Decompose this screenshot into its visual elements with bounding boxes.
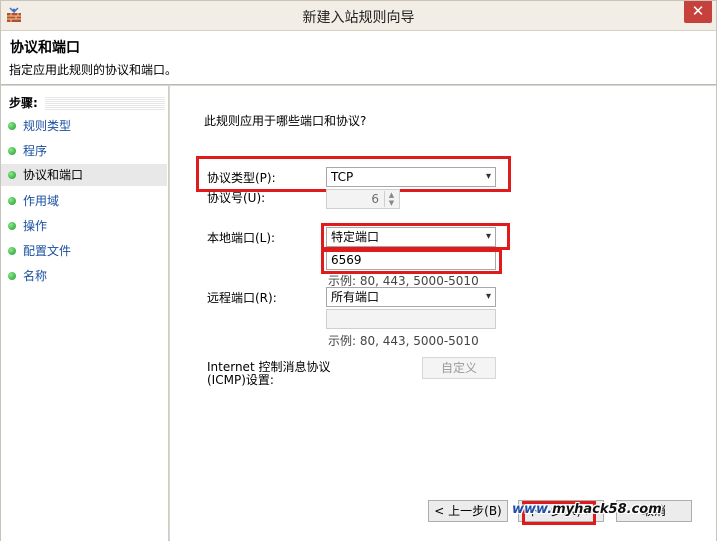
sidebar-item-label: 规则类型 (23, 119, 72, 133)
back-button[interactable]: < 上一步(B) (428, 500, 508, 522)
sidebar-item-label: 协议和端口 (23, 168, 84, 182)
close-icon: ✕ (691, 2, 705, 20)
step-bullet-icon (8, 122, 16, 130)
protocol-number-stepper[interactable]: 6 ▲ ▼ (326, 189, 400, 209)
watermark-logo: www.myhack58.com (512, 502, 662, 517)
local-port-mode: 特定端口 (331, 230, 380, 244)
sidebar-item-protocol-and-ports[interactable]: 协议和端口 (1, 164, 167, 186)
step-bullet-icon (8, 222, 16, 230)
watermark-prefix: www. (512, 502, 553, 517)
wizard-content: 此规则应用于哪些端口和协议? 协议类型(P): TCP ▾ 协议号(U): 6 … (170, 86, 716, 541)
local-port-select[interactable]: 特定端口 ▾ (326, 227, 496, 247)
step-bullet-icon (8, 147, 16, 155)
remote-port-example: 示例: 80, 443, 5000-5010 (328, 334, 479, 348)
steps-sidebar: 步骤: 规则类型 程序 协议和端口 作用域 操作 配置文件 名称 (1, 86, 169, 541)
protocol-type-select[interactable]: TCP ▾ (326, 167, 496, 187)
sidebar-item-name[interactable]: 名称 (1, 265, 167, 287)
remote-port-select[interactable]: 所有端口 ▾ (326, 287, 496, 307)
sidebar-item-action[interactable]: 操作 (1, 215, 167, 237)
remote-port-mode: 所有端口 (331, 290, 380, 304)
step-bullet-icon (8, 272, 16, 280)
chevron-down-icon: ▾ (485, 291, 491, 302)
sidebar-item-profile[interactable]: 配置文件 (1, 240, 167, 262)
step-bullet-icon (8, 171, 16, 179)
sidebar-item-program[interactable]: 程序 (1, 140, 167, 162)
sidebar-item-scope[interactable]: 作用域 (1, 190, 167, 212)
sidebar-item-label: 名称 (23, 269, 48, 283)
wizard-window: 新建入站规则向导 ✕ 协议和端口 指定应用此规则的协议和端口。 步骤: 规则类型… (0, 0, 717, 541)
page-description: 指定应用此规则的协议和端口。 (9, 63, 178, 77)
page-header: 协议和端口 指定应用此规则的协议和端口。 (1, 31, 716, 85)
sidebar-item-label: 程序 (23, 144, 48, 158)
chevron-down-icon: ▾ (485, 171, 491, 182)
protocol-type-value: TCP (331, 170, 354, 184)
window-title: 新建入站规则向导 (302, 10, 415, 26)
customize-button[interactable]: 自定义 (422, 357, 496, 379)
local-port-value: 6569 (331, 253, 362, 267)
remote-port-input[interactable] (326, 309, 496, 329)
icmp-settings-label: Internet 控制消息协议(ICMP)设置: (207, 360, 331, 387)
steps-heading-rule (45, 96, 165, 110)
close-button[interactable]: ✕ (684, 1, 712, 23)
protocol-number-label: 协议号(U): (207, 191, 266, 205)
step-bullet-icon (8, 247, 16, 255)
watermark-middle: myhack58 (552, 502, 627, 517)
ports-question: 此规则应用于哪些端口和协议? (204, 114, 367, 128)
watermark-suffix: .com (626, 502, 662, 517)
steps-heading: 步骤: (9, 96, 38, 110)
sidebar-item-label: 作用域 (23, 194, 60, 208)
title-bar[interactable]: 新建入站规则向导 ✕ (1, 1, 716, 31)
sidebar-item-label: 配置文件 (23, 244, 72, 258)
chevron-down-icon: ▾ (485, 231, 491, 242)
local-port-input[interactable]: 6569 (326, 250, 496, 270)
sidebar-item-rule-type[interactable]: 规则类型 (1, 115, 167, 137)
protocol-type-label: 协议类型(P): (207, 171, 276, 185)
remote-port-label: 远程端口(R): (207, 291, 277, 305)
local-port-label: 本地端口(L): (207, 231, 276, 245)
spin-arrows-icon: ▲ ▼ (384, 191, 398, 207)
page-title: 协议和端口 (10, 40, 80, 56)
step-bullet-icon (8, 197, 16, 205)
sidebar-item-label: 操作 (23, 219, 48, 233)
protocol-number-value: 6 (371, 192, 379, 206)
